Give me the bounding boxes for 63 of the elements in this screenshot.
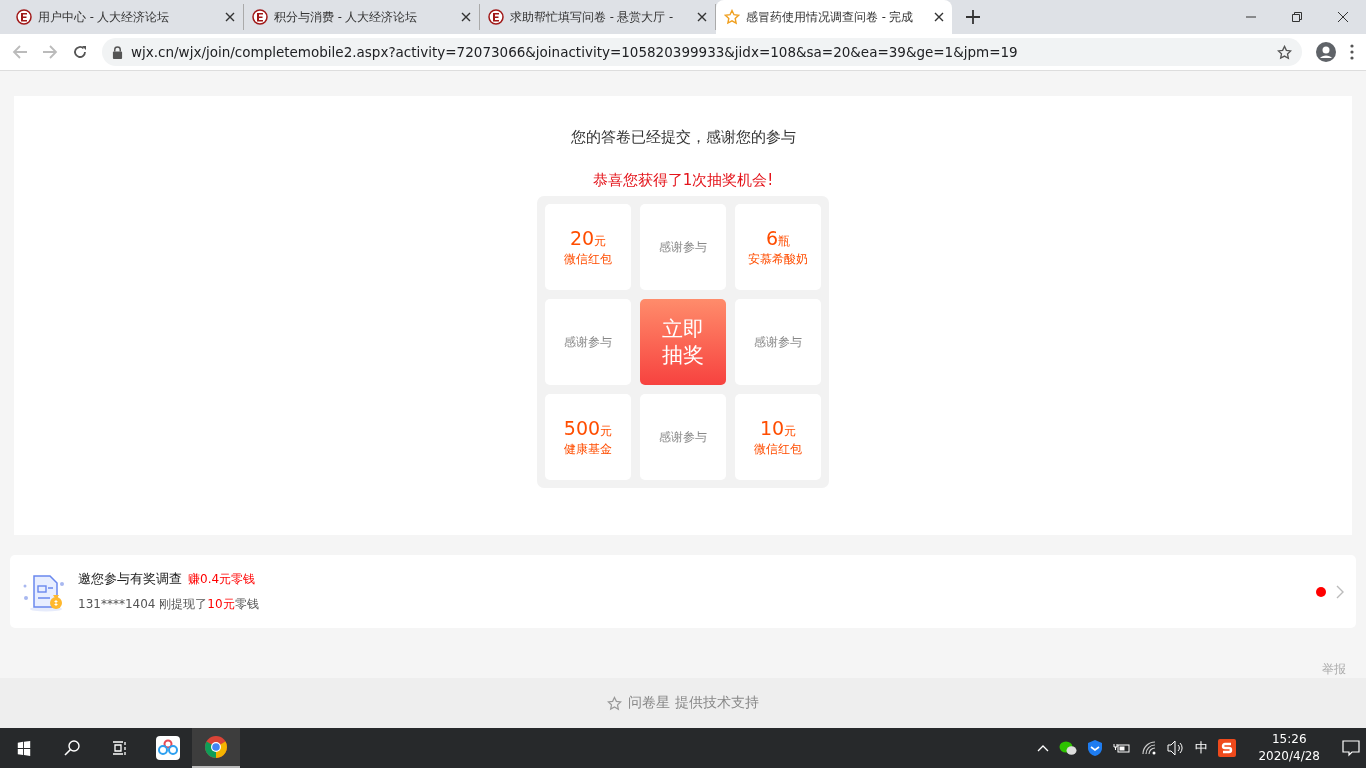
sogou-input-icon[interactable] [1218,739,1237,757]
footer-text: 问卷星 提供技术支持 [628,694,759,712]
bookmark-star-icon[interactable] [1277,44,1292,60]
tile-label: 感谢参与 [659,239,707,255]
browser-tab[interactable]: 用户中心 - 人大经济论坛 [8,4,244,30]
prize-name: 微信红包 [564,252,612,267]
cloud-app-icon[interactable] [156,736,180,760]
star-icon [724,9,740,25]
profile-avatar-icon[interactable] [1316,42,1336,62]
tab-title: 求助帮忙填写问卷 - 悬赏大厅 - [510,9,675,25]
prize-amount: 6瓶 [765,227,791,250]
reload-icon[interactable] [72,44,88,60]
chat-bubbles-icon[interactable] [1059,740,1078,756]
more-menu-icon[interactable] [1350,44,1354,60]
chevron-up-icon[interactable] [1037,744,1050,752]
withdrawal-notice: 131****1404 刚提现了 10元零钱 [78,596,260,613]
close-icon[interactable] [934,12,944,22]
submission-message: 您的答卷已经提交，感谢您的参与 [570,128,796,147]
url-text: wjx.cn/wjx/join/completemobile2.aspx?activity=72073066&joinactivity=105820399933&jidx=108&sa=20&ea=39&ge=1&jpm=19 [131,44,1019,60]
new-tab-plus-icon[interactable] [966,10,980,24]
prize-name: 微信红包 [754,442,802,457]
tile-label: 感谢参与 [659,429,707,445]
restore-icon[interactable] [1292,12,1302,22]
chrome-browser-icon[interactable] [204,735,228,759]
input-method-indicator[interactable]: 中 [1195,739,1209,757]
tile-label: 感谢参与 [564,334,612,350]
letter-e-logo-icon [252,9,268,25]
promo-card[interactable]: 邀您参与有奖调查 赚0.4元零钱 131****1404 刚提现了 10元零钱 [10,555,1356,628]
battery-plug-icon[interactable] [1113,741,1132,755]
tab-title: 积分与消费 - 人大经济论坛 [274,9,419,25]
letter-e-logo-icon [488,9,504,25]
tab-title: 感冒药使用情况调查问卷 - 完成 [746,9,915,25]
letter-e-logo-icon [16,9,32,25]
prize-amount: 20元 [569,227,607,250]
prize-amount: 10元 [759,417,797,440]
close-icon[interactable] [461,12,471,22]
browser-tab[interactable]: 积分与消费 - 人大经济论坛 [244,4,480,30]
reward-text: 赚0.4元零钱 [188,571,256,588]
notification-dot [1316,586,1326,597]
star-outline-icon [607,695,623,711]
task-view-icon[interactable] [112,740,128,756]
prize-name: 安慕希酸奶 [748,252,808,267]
clock-time[interactable]: 15:26 [1271,731,1307,748]
close-icon[interactable] [225,12,235,22]
lock-icon [112,45,123,59]
prize-amount: 500元 [563,417,613,440]
speaker-volume-icon[interactable] [1167,740,1186,756]
prize-name: 健康基金 [564,442,612,457]
congratulation-message: 恭喜您获得了1次抽奖机会! [592,171,774,190]
browser-tab[interactable]: 求助帮忙填写问卷 - 悬赏大厅 - [480,4,716,30]
clock-date[interactable]: 2020/4/28 [1258,748,1320,765]
close-icon[interactable] [697,12,707,22]
wifi-icon[interactable] [1141,740,1158,756]
start-windows-icon[interactable] [16,740,32,756]
promo-title: 邀您参与有奖调查 [78,570,182,588]
address-bar[interactable]: wjx.cn/wjx/join/completemobile2.aspx?activity=72073066&joinactivity=105820399933&jidx=108&sa=20&ea=39&ge=1&jpm=19 [102,38,1302,66]
shield-icon[interactable] [1087,739,1104,757]
notifications-icon[interactable] [1342,739,1360,757]
search-icon[interactable] [64,740,80,756]
tile-label: 感谢参与 [754,334,802,350]
close-window-icon[interactable] [1338,12,1348,22]
browser-tab[interactable]: 感冒药使用情况调查问卷 - 完成 [716,0,952,34]
tab-title: 用户中心 - 人大经济论坛 [38,9,171,25]
